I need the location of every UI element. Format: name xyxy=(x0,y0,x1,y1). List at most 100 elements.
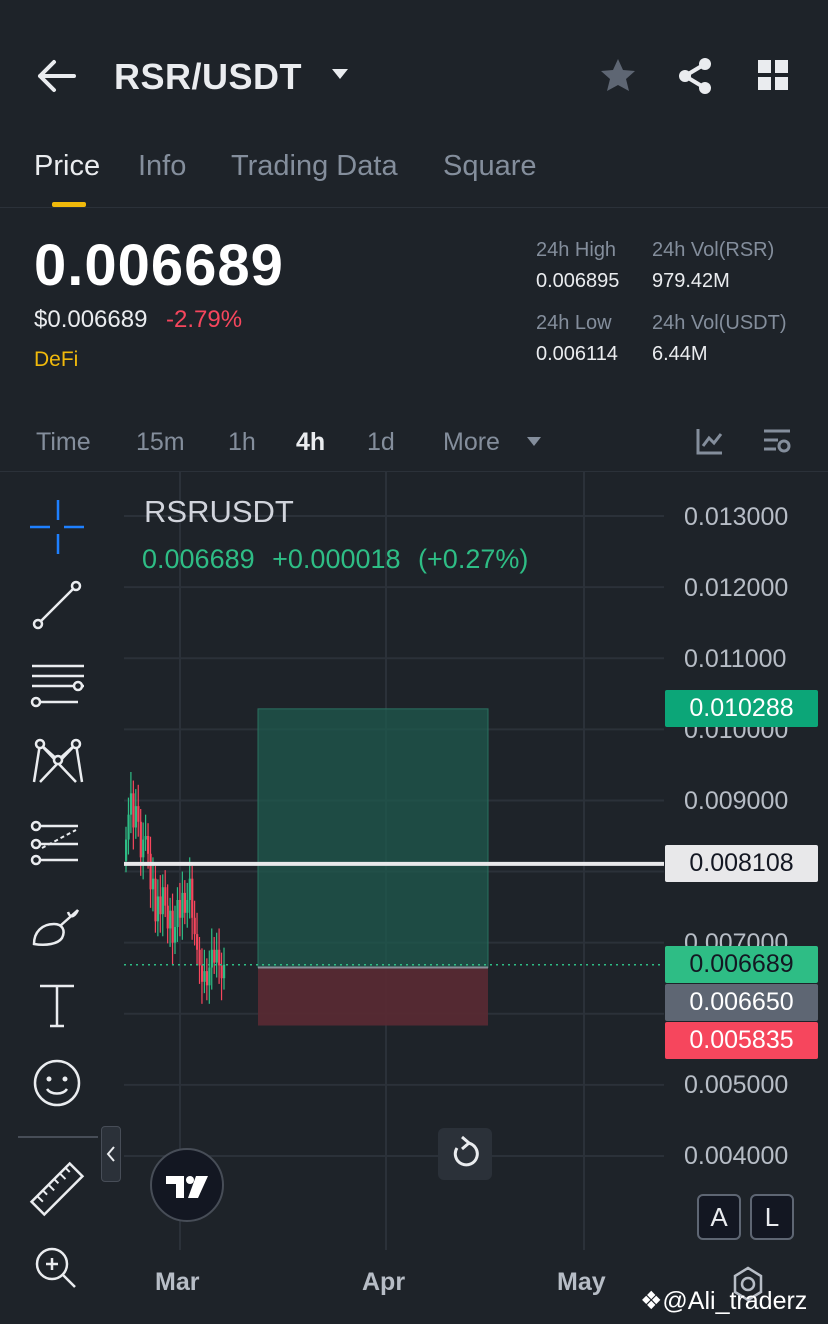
candle-body xyxy=(205,971,209,986)
forecast-icon[interactable] xyxy=(28,814,86,872)
candle-body xyxy=(171,910,174,943)
candle-body xyxy=(188,878,191,900)
auto-scale-button[interactable]: A xyxy=(697,1194,741,1240)
high-label: 24h High xyxy=(536,239,617,261)
chart-settings-icon[interactable] xyxy=(762,426,792,456)
tab-square[interactable]: Square xyxy=(443,150,537,183)
log-scale-button[interactable]: L xyxy=(750,1194,794,1240)
tab-info[interactable]: Info xyxy=(138,150,186,183)
reset-chart-button[interactable] xyxy=(438,1128,492,1180)
emoji-icon[interactable] xyxy=(28,1054,86,1112)
legend-change: +0.000018 xyxy=(272,544,401,574)
loss-zone[interactable] xyxy=(258,967,488,1026)
candle-body xyxy=(149,853,152,890)
watermark-text: @Ali_traderz xyxy=(662,1287,808,1315)
low-value: 0.006114 xyxy=(536,343,618,365)
chevron-down-icon[interactable] xyxy=(526,435,542,447)
zoom-in-icon[interactable] xyxy=(30,1242,80,1292)
y-tick: 0.009000 xyxy=(684,787,789,815)
back-arrow-icon[interactable] xyxy=(34,56,78,96)
candle-body xyxy=(174,927,177,943)
profit-zone[interactable] xyxy=(257,708,489,969)
candle-body xyxy=(196,934,199,950)
low-label: 24h Low xyxy=(536,312,612,334)
grid-icon[interactable] xyxy=(756,58,790,92)
pair-title[interactable]: RSR/USDT xyxy=(114,56,302,98)
x-tick: Mar xyxy=(155,1268,200,1296)
high-value: 0.006895 xyxy=(536,270,620,292)
share-icon[interactable] xyxy=(676,56,714,96)
stop-price-tag: 0.005835 xyxy=(665,1022,818,1059)
legend-last: 0.006689 xyxy=(142,544,255,574)
candle-body xyxy=(144,836,147,840)
tab-price[interactable]: Price xyxy=(34,150,100,183)
vol-quote-label: 24h Vol(USDT) xyxy=(652,312,787,334)
candle-body xyxy=(169,910,172,929)
chart-area[interactable]: RSRUSDT 0.006689 +0.000018 (+0.27%) 0.01… xyxy=(0,472,828,1324)
text-tool-icon[interactable] xyxy=(28,976,86,1034)
y-tick: 0.011000 xyxy=(684,645,787,673)
candle-body xyxy=(137,806,140,822)
candle-body xyxy=(161,887,164,915)
interval-4h[interactable]: 4h xyxy=(296,428,325,457)
candle-body xyxy=(186,900,189,913)
interval-time[interactable]: Time xyxy=(36,428,91,457)
candle-body xyxy=(200,965,204,982)
candle-body xyxy=(166,905,169,929)
tab-trading-data[interactable]: Trading Data xyxy=(231,150,398,183)
vol-base-label: 24h Vol(RSR) xyxy=(652,239,775,261)
x-tick: May xyxy=(557,1268,606,1296)
brush-icon[interactable] xyxy=(28,896,86,954)
y-tick: 0.013000 xyxy=(684,503,789,531)
candle-body xyxy=(156,896,160,922)
entry-price-tag: 0.006650 xyxy=(665,984,818,1021)
trend-line-icon[interactable] xyxy=(28,576,86,634)
candle-body xyxy=(208,967,211,986)
vol-base-value: 979.42M xyxy=(652,270,730,292)
binance-diamond-icon: ❖ xyxy=(640,1287,663,1315)
toolbar-collapse-button[interactable] xyxy=(101,1126,121,1182)
active-tab-indicator xyxy=(52,202,86,207)
watermark: ❖@Ali_traderz xyxy=(640,1286,807,1316)
candle-body xyxy=(191,878,194,918)
candle-body xyxy=(154,878,157,922)
candle-body xyxy=(181,892,184,918)
price-change: -2.79% xyxy=(166,306,243,333)
indicator-icon[interactable] xyxy=(695,426,725,456)
candle-body xyxy=(176,900,179,928)
pattern-icon[interactable] xyxy=(28,734,86,792)
interval-1d[interactable]: 1d xyxy=(367,428,395,457)
target-price-tag: 0.010288 xyxy=(665,690,818,727)
star-icon[interactable] xyxy=(598,56,638,96)
usd-price: $0.006689 xyxy=(34,306,148,333)
chart-legend-values: 0.006689 +0.000018 (+0.27%) xyxy=(142,544,538,575)
candle-body xyxy=(134,806,137,828)
interval-more[interactable]: More xyxy=(443,428,500,457)
last-price: 0.006689 xyxy=(34,233,284,298)
chevron-down-icon[interactable] xyxy=(330,66,350,82)
candle-body xyxy=(178,900,182,918)
vol-quote-value: 6.44M xyxy=(652,343,708,365)
crosshair-icon[interactable] xyxy=(28,498,86,556)
interval-1h[interactable]: 1h xyxy=(228,428,256,457)
tradingview-logo xyxy=(150,1148,224,1222)
candle-body xyxy=(132,793,135,828)
fib-retracement-icon[interactable] xyxy=(28,656,86,714)
top-bar: RSR/USDT xyxy=(0,0,828,150)
ruler-icon[interactable] xyxy=(28,1160,86,1218)
y-tick: 0.005000 xyxy=(684,1071,789,1099)
candle-body xyxy=(139,821,142,858)
chevron-left-icon xyxy=(106,1146,115,1162)
y-tick: 0.012000 xyxy=(684,574,789,602)
candle-body xyxy=(127,814,130,840)
candle-body xyxy=(183,892,186,913)
candle-body xyxy=(147,836,150,854)
toolbar-divider xyxy=(18,1136,98,1138)
y-tick: 0.004000 xyxy=(684,1142,789,1170)
interval-15m[interactable]: 15m xyxy=(136,428,185,457)
candle-body xyxy=(215,949,218,963)
resistance-price-tag: 0.008108 xyxy=(665,845,818,882)
candle-body xyxy=(198,949,201,966)
category-tag[interactable]: DeFi xyxy=(34,348,78,372)
interval-bar: Time 15m 1h 4h 1d More xyxy=(0,410,828,472)
